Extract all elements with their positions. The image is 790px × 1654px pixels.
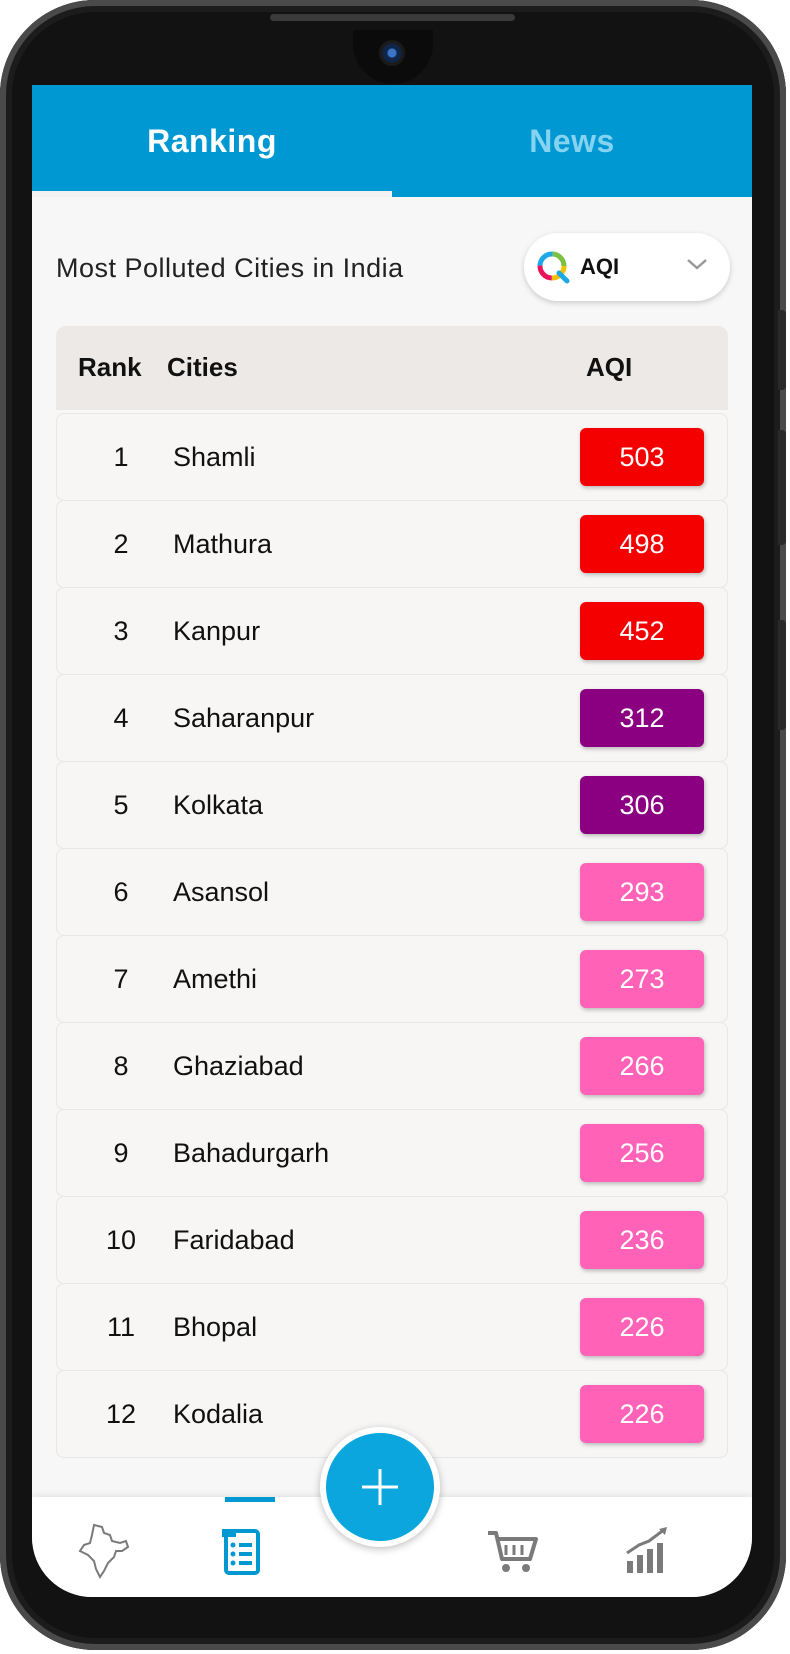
power-button bbox=[778, 620, 786, 730]
rank-cell: 6 bbox=[113, 877, 129, 907]
metric-dropdown[interactable]: AQI bbox=[524, 233, 730, 301]
table-row[interactable]: 9 Bahadurgarh 256 bbox=[56, 1109, 728, 1197]
aqi-badge: 312 bbox=[580, 689, 704, 747]
city-cell: Bhopal bbox=[173, 1312, 258, 1342]
city-cell: Bahadurgarh bbox=[173, 1138, 330, 1168]
rank-cell: 12 bbox=[105, 1399, 137, 1429]
ranking-table: Rank Cities AQI 1 Shamli 503 2 Mathura 498 3 Ka… bbox=[56, 326, 728, 1486]
speaker-grille bbox=[270, 14, 515, 21]
q-logo-icon bbox=[536, 250, 570, 284]
aqi-badge: 226 bbox=[580, 1385, 704, 1443]
volume-button bbox=[778, 310, 786, 390]
rank-cell: 4 bbox=[113, 703, 129, 733]
table-row[interactable]: 7 Amethi 273 bbox=[56, 935, 728, 1023]
table-row[interactable]: 6 Asansol 293 bbox=[56, 848, 728, 936]
rank-cell: 1 bbox=[113, 442, 129, 472]
india-map-icon[interactable] bbox=[72, 1521, 132, 1581]
table-row[interactable]: 8 Ghaziabad 266 bbox=[56, 1022, 728, 1110]
table-header: Rank Cities AQI bbox=[56, 326, 728, 410]
aqi-column-header: AQI bbox=[586, 352, 633, 382]
nav-active-indicator bbox=[225, 1497, 275, 1502]
page-title: Most Polluted Cities in India bbox=[56, 253, 404, 283]
aqi-badge: 452 bbox=[580, 602, 704, 660]
city-cell: Kodalia bbox=[173, 1399, 264, 1429]
table-row[interactable]: 4 Saharanpur 312 bbox=[56, 674, 728, 762]
rank-cell: 7 bbox=[113, 964, 129, 994]
table-row[interactable]: 3 Kanpur 452 bbox=[56, 587, 728, 675]
aqi-badge: 266 bbox=[580, 1037, 704, 1095]
cart-icon[interactable] bbox=[482, 1521, 542, 1581]
camera-notch bbox=[353, 30, 433, 84]
aqi-badge: 236 bbox=[580, 1211, 704, 1269]
rank-cell: 5 bbox=[113, 790, 129, 820]
city-cell: Mathura bbox=[173, 529, 273, 559]
city-cell: Shamli bbox=[173, 442, 256, 472]
phone-frame: Ranking News Most Polluted Cities in Ind… bbox=[0, 0, 786, 1650]
add-icon bbox=[362, 1469, 398, 1505]
table-row[interactable]: 11 Bhopal 226 bbox=[56, 1283, 728, 1371]
rank-cell: 8 bbox=[113, 1051, 129, 1081]
cities-column-header: Cities bbox=[167, 352, 238, 382]
rank-cell: 9 bbox=[113, 1138, 129, 1168]
rank-cell: 3 bbox=[113, 616, 129, 646]
active-tab-indicator bbox=[32, 191, 392, 197]
tab-news[interactable]: News bbox=[392, 85, 752, 197]
aqi-badge: 498 bbox=[580, 515, 704, 573]
aqi-badge: 293 bbox=[580, 863, 704, 921]
city-cell: Faridabad bbox=[173, 1225, 295, 1255]
city-cell: Kolkata bbox=[173, 790, 264, 820]
aqi-badge: 256 bbox=[580, 1124, 704, 1182]
city-cell: Saharanpur bbox=[173, 703, 315, 733]
rank-cell: 2 bbox=[113, 529, 129, 559]
ranking-list-icon[interactable] bbox=[212, 1521, 272, 1581]
city-cell: Asansol bbox=[173, 877, 270, 907]
aqi-badge: 306 bbox=[580, 776, 704, 834]
add-button[interactable] bbox=[320, 1427, 440, 1547]
city-cell: Ghaziabad bbox=[173, 1051, 304, 1081]
city-cell: Kanpur bbox=[173, 616, 261, 646]
table-row[interactable]: 2 Mathura 498 bbox=[56, 500, 728, 588]
chevron-down-icon bbox=[687, 259, 707, 270]
rank-cell: 10 bbox=[105, 1225, 137, 1255]
camera-icon bbox=[379, 40, 405, 66]
aqi-badge: 226 bbox=[580, 1298, 704, 1356]
table-row[interactable]: 10 Faridabad 236 bbox=[56, 1196, 728, 1284]
dropdown-selected-value: AQI bbox=[580, 254, 620, 279]
table-row[interactable]: 1 Shamli 503 bbox=[56, 413, 728, 501]
aqi-badge: 273 bbox=[580, 950, 704, 1008]
table-row[interactable]: 5 Kolkata 306 bbox=[56, 761, 728, 849]
rank-cell: 11 bbox=[106, 1312, 136, 1342]
tab-ranking[interactable]: Ranking bbox=[32, 85, 392, 197]
aqi-badge: 503 bbox=[580, 428, 704, 486]
city-cell: Amethi bbox=[173, 964, 258, 994]
rank-column-header: Rank bbox=[78, 352, 142, 382]
app-screen: Ranking News Most Polluted Cities in Ind… bbox=[32, 85, 752, 1597]
volume-button bbox=[778, 430, 786, 545]
tab-bar: Ranking News bbox=[32, 85, 752, 197]
trend-chart-icon[interactable] bbox=[617, 1521, 677, 1581]
